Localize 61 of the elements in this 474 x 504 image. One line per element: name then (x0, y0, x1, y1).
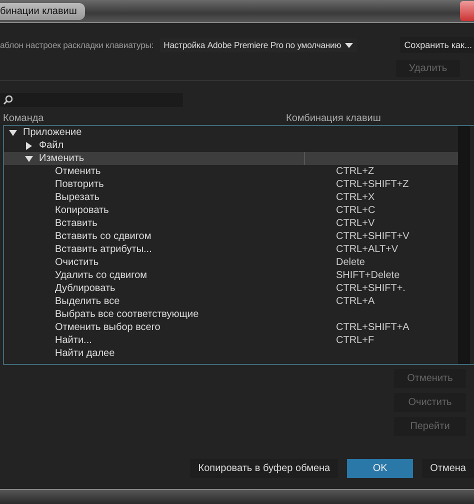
tree-row[interactable]: Файл (4, 139, 458, 152)
dialog-button[interactable]: Отмена (422, 459, 474, 478)
save-as-button[interactable]: Сохранить как... (400, 37, 474, 53)
command-name: Очистить (55, 257, 99, 268)
shortcut-text: CTRL+ALT+V (336, 244, 398, 255)
tree-row[interactable]: Отменить CTRL+Z (4, 165, 458, 178)
tree-row[interactable]: Найти... CTRL+F (4, 334, 458, 347)
command-name: Выделить все (55, 296, 120, 307)
shortcut-text: CTRL+SHIFT+A (336, 322, 410, 333)
command-name: Отменить выбор всего (55, 322, 160, 333)
command-name: Файл (39, 140, 64, 151)
shortcut-text: CTRL+SHIFT+Z (336, 179, 409, 190)
shortcut-text: CTRL+Z (336, 166, 374, 177)
scrollbar[interactable] (458, 126, 470, 364)
command-name: Дублировать (55, 283, 116, 294)
dialog-button[interactable]: Копировать в буфер обмена (190, 459, 338, 478)
command-name: Выбрать все соответствующие (55, 309, 199, 320)
tree-row[interactable]: Отменить выбор всего CTRL+SHIFT+A (4, 321, 458, 334)
tree-row[interactable]: Повторить CTRL+SHIFT+Z (4, 178, 458, 191)
command-name: Приложение (23, 127, 82, 138)
tree-row[interactable]: Вставить CTRL+V (4, 217, 458, 230)
column-header[interactable]: Комбинация клавиш (286, 112, 381, 124)
preset-label: аблон настроек раскладки клавиатуры: (0, 40, 154, 50)
shortcut-text: CTRL+X (336, 192, 375, 203)
tree-row[interactable]: Вырезать CTRL+X (4, 191, 458, 204)
tree-row[interactable]: Дублировать CTRL+SHIFT+. (4, 282, 458, 295)
command-name: Вставить со сдвигом (55, 231, 152, 242)
command-name: Удалить со сдвигом (55, 270, 148, 281)
tree-row[interactable]: Копировать CTRL+C (4, 204, 458, 217)
shortcut-text: CTRL+SHIFT+. (336, 283, 406, 294)
command-name: Вставить (55, 218, 98, 229)
tree-row[interactable]: Вставить атрибуты... CTRL+ALT+V (4, 243, 458, 256)
search-field[interactable] (0, 93, 183, 107)
tree-row[interactable]: Найти далее (4, 347, 458, 360)
column-header[interactable]: Команда (0, 112, 286, 124)
shortcut-text: CTRL+V (336, 218, 375, 229)
shortcut-text: CTRL+C (336, 205, 376, 216)
command-name: Повторить (55, 179, 104, 190)
caret-icon (345, 42, 354, 48)
tree-row[interactable]: Выделить все CTRL+A (4, 295, 458, 308)
tree-row[interactable]: Приложение (4, 126, 458, 139)
tree-row[interactable]: Очистить Delete (4, 256, 458, 269)
tree-row[interactable]: Изменить (4, 152, 458, 165)
window-title: бинации клавиш (0, 2, 85, 20)
command-name: Изменить (39, 153, 84, 164)
command-name: Вставить атрибуты... (55, 244, 152, 255)
search-icon (3, 95, 13, 105)
command-name: Вырезать (55, 192, 100, 203)
command-name: Отменить (55, 166, 101, 177)
shortcut-text: CTRL+F (336, 335, 374, 346)
shortcut-text: SHIFT+Delete (336, 270, 400, 281)
ok-button[interactable]: OK (347, 459, 414, 478)
command-name: Найти далее (55, 348, 115, 359)
tree-row[interactable]: Удалить со сдвигом SHIFT+Delete (4, 269, 458, 282)
tree-row[interactable]: Выбрать все соответствующие (4, 308, 458, 321)
command-name: Найти... (55, 335, 92, 346)
shortcut-text: CTRL+A (336, 296, 375, 307)
command-name: Копировать (55, 205, 109, 216)
tree-row[interactable]: Вставить со сдвигом CTRL+SHIFT+V (4, 230, 458, 243)
shortcut-text: CTRL+SHIFT+V (336, 231, 410, 242)
shortcut-text: Delete (336, 257, 365, 268)
